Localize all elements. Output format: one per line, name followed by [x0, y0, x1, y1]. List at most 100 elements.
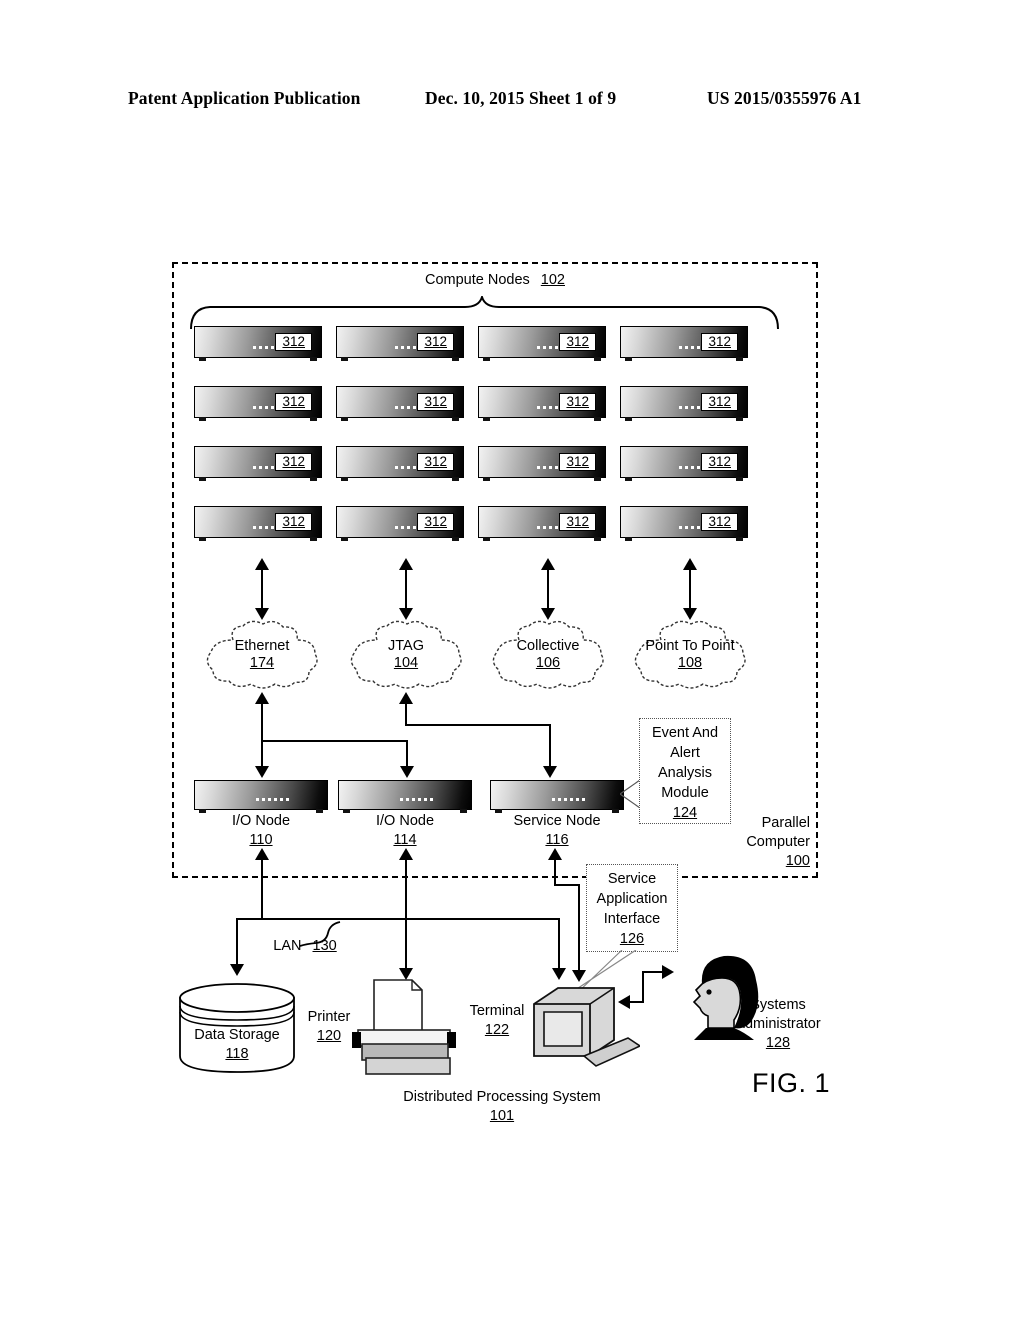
printer-icon[interactable]: [352, 978, 468, 1076]
cloud-name: Point To Point: [645, 638, 735, 654]
io-node-110[interactable]: [194, 780, 328, 813]
compute-node-label: 312: [275, 513, 312, 531]
arrow-down-icon: [541, 608, 555, 620]
connector-line: [554, 884, 580, 886]
service-app-line3: Interface: [603, 911, 661, 927]
compute-node[interactable]: 312: [478, 506, 606, 541]
compute-node[interactable]: 312: [478, 326, 606, 361]
terminal-ref: 122: [484, 1022, 510, 1038]
connector-line: [642, 971, 644, 1003]
compute-node[interactable]: 312: [620, 326, 748, 361]
network-cloud-ethernet[interactable]: Ethernet 174: [203, 620, 321, 692]
event-module-ref: 124: [672, 805, 698, 821]
compute-node-label: 312: [417, 393, 454, 411]
cloud-label: Point To Point 108: [631, 638, 749, 672]
event-module-line4: Module: [661, 785, 709, 801]
patent-figure-page: Patent Application Publication Dec. 10, …: [0, 0, 1024, 1320]
event-module-line3: Analysis: [658, 765, 712, 781]
service-app-line2: Application: [596, 891, 668, 907]
connector-line: [547, 568, 549, 610]
compute-node[interactable]: 312: [620, 506, 748, 541]
connector-line: [558, 918, 560, 970]
arrow-down-icon: [400, 766, 414, 778]
data-storage-name: Data Storage: [194, 1027, 280, 1043]
compute-node-label: 312: [275, 333, 312, 351]
network-cloud-collective[interactable]: Collective 106: [489, 620, 607, 692]
arrow-down-icon: [230, 964, 244, 976]
compute-node-label: 312: [417, 453, 454, 471]
compute-node-label: 312: [701, 453, 738, 471]
compute-node-label: 312: [559, 513, 596, 531]
compute-node[interactable]: 312: [620, 446, 748, 481]
service-app-ref: 126: [619, 931, 645, 947]
compute-node[interactable]: 312: [336, 386, 464, 421]
cloud-name: Ethernet: [234, 638, 290, 654]
service-application-interface[interactable]: Service Application Interface 126: [586, 864, 678, 952]
lan-label: LAN 130: [250, 938, 360, 955]
compute-node[interactable]: 312: [620, 386, 748, 421]
parallel-computer-label: Parallel Computer 100: [728, 814, 810, 871]
io-node-114[interactable]: [338, 780, 472, 813]
node-vent: [255, 798, 290, 802]
cloud-name: Collective: [516, 638, 580, 654]
system-title: Distributed Processing System: [403, 1089, 601, 1105]
data-storage-ref: 118: [225, 1046, 249, 1062]
header-publication: Patent Application Publication: [128, 88, 361, 108]
compute-node[interactable]: 312: [336, 446, 464, 481]
terminal-name: Terminal: [469, 1003, 525, 1019]
administrator-line2: Administrator: [735, 1016, 821, 1032]
compute-node-label: 312: [275, 393, 312, 411]
connector-line: [261, 702, 263, 768]
parallel-computer-title: Parallel: [761, 815, 810, 831]
figure-label: FIG. 1: [752, 1068, 831, 1098]
compute-nodes-title-text: Compute Nodes: [424, 272, 530, 288]
connector-line: [405, 918, 407, 970]
connector-line: [554, 858, 556, 886]
compute-node[interactable]: 312: [194, 326, 322, 361]
cloud-label: Ethernet 174: [203, 638, 321, 672]
compute-node-label: 312: [275, 453, 312, 471]
cloud-name: JTAG: [388, 638, 424, 654]
compute-node[interactable]: 312: [194, 446, 322, 481]
compute-node-label: 312: [701, 333, 738, 351]
compute-node-label: 312: [417, 333, 454, 351]
cloud-ref: 106: [535, 655, 561, 671]
compute-node[interactable]: 312: [478, 446, 606, 481]
io-node-114-label: I/O Node 114: [338, 812, 472, 850]
compute-node-label: 312: [559, 393, 596, 411]
node-vent: [399, 798, 434, 802]
terminal-label: Terminal 122: [462, 1002, 532, 1040]
network-cloud-point-to-point[interactable]: Point To Point 108: [631, 620, 749, 692]
lan-name: LAN: [273, 938, 302, 954]
connector-line: [405, 702, 407, 726]
compute-node[interactable]: 312: [478, 386, 606, 421]
node-vent: [551, 798, 586, 802]
service-node-116[interactable]: [490, 780, 624, 813]
connector-line: [405, 858, 407, 920]
arrow-left-icon: [618, 995, 630, 1009]
header-date-sheet: Dec. 10, 2015 Sheet 1 of 9: [425, 88, 617, 108]
connector-line: [236, 918, 238, 966]
cloud-ref: 174: [249, 655, 275, 671]
compute-node[interactable]: 312: [336, 326, 464, 361]
event-alert-analysis-module[interactable]: Event And Alert Analysis Module 124: [639, 718, 731, 824]
page-header: Patent Application Publication Dec. 10, …: [0, 88, 1024, 114]
compute-node[interactable]: 312: [194, 506, 322, 541]
connector-line: [549, 724, 551, 768]
connector-line: [405, 568, 407, 610]
lan-bus-line: [236, 918, 560, 920]
network-cloud-jtag[interactable]: JTAG 104: [347, 620, 465, 692]
connector-line: [261, 568, 263, 610]
event-module-line1: Event And: [651, 725, 719, 741]
compute-nodes-ref: 102: [540, 272, 565, 288]
cloud-label: JTAG 104: [347, 638, 465, 672]
arrow-down-icon: [543, 766, 557, 778]
io-node-110-label: I/O Node 110: [194, 812, 328, 850]
cloud-label: Collective 106: [489, 638, 607, 672]
compute-node-label: 312: [559, 453, 596, 471]
io-node-114-name: I/O Node: [375, 813, 435, 829]
io-node-110-name: I/O Node: [231, 813, 291, 829]
compute-node[interactable]: 312: [336, 506, 464, 541]
connector-line: [630, 1001, 644, 1003]
compute-node[interactable]: 312: [194, 386, 322, 421]
